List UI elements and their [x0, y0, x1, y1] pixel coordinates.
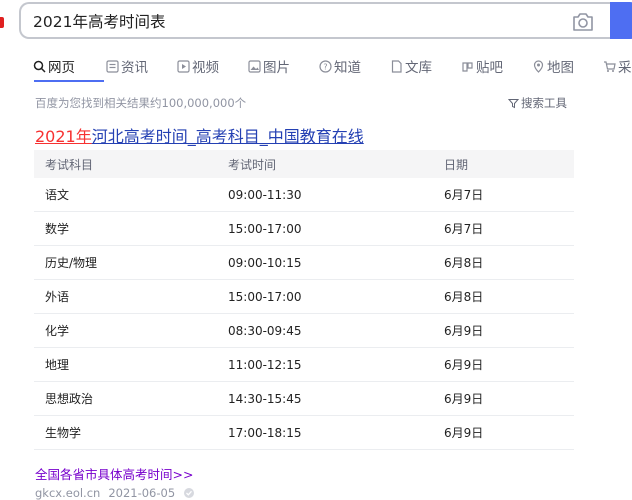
search-button[interactable] — [610, 2, 632, 39]
cell-time: 15:00-17:00 — [217, 211, 433, 246]
cell-time: 15:00-17:00 — [217, 279, 433, 314]
svg-text:?: ? — [323, 62, 327, 71]
tab-video[interactable]: 视频 — [177, 53, 219, 79]
search-icon — [33, 60, 46, 73]
tab-label: 知道 — [334, 60, 361, 76]
video-icon — [177, 59, 190, 73]
cell-date: 6月9日 — [433, 415, 574, 450]
document-icon — [391, 59, 402, 73]
tab-label: 网页 — [48, 60, 75, 76]
cell-date: 6月9日 — [433, 347, 574, 382]
cell-time: 09:00-11:30 — [217, 178, 433, 212]
result-count: 百度为您找到相关结果约100,000,000个 — [35, 96, 247, 110]
table-row: 思想政治 14:30-15:45 6月9日 — [34, 381, 574, 416]
tab-label: 资讯 — [121, 60, 148, 76]
table-row: 生物学 17:00-18:15 6月9日 — [34, 415, 574, 450]
search-tools-label: 搜索工具 — [521, 96, 567, 110]
cell-time: 08:30-09:45 — [217, 313, 433, 348]
title-highlight: 2021年 — [35, 127, 92, 146]
cell-time: 11:00-12:15 — [217, 347, 433, 382]
tab-label: 视频 — [192, 60, 219, 76]
tieba-icon — [462, 61, 473, 72]
cell-time: 17:00-18:15 — [217, 415, 433, 450]
tab-label: 图片 — [263, 60, 290, 76]
cell-date: 6月7日 — [433, 178, 574, 212]
active-tab-indicator — [34, 80, 104, 82]
cell-subject: 生物学 — [34, 415, 217, 450]
cell-time: 09:00-10:15 — [217, 245, 433, 280]
tab-tieba[interactable]: 贴吧 — [461, 53, 503, 79]
cell-subject: 地理 — [34, 347, 217, 382]
tab-label: 地图 — [547, 60, 574, 76]
tab-news[interactable]: 资讯 — [106, 53, 148, 79]
cell-subject: 化学 — [34, 313, 217, 348]
result-title-link[interactable]: 2021年河北高考时间_高考科目_中国教育在线 — [35, 123, 364, 147]
tab-images[interactable]: 图片 — [248, 53, 290, 79]
tab-map[interactable]: 地图 — [532, 53, 574, 79]
table-row: 语文 09:00-11:30 6月7日 — [34, 178, 574, 212]
table-row: 地理 11:00-12:15 6月9日 — [34, 347, 574, 382]
cell-date: 6月8日 — [433, 279, 574, 314]
cell-subject: 思想政治 — [34, 381, 217, 416]
table-row: 历史/物理 09:00-10:15 6月8日 — [34, 245, 574, 280]
cell-date: 6月9日 — [433, 313, 574, 348]
filter-icon — [508, 98, 519, 108]
tab-zhidao[interactable]: ? 知道 — [319, 53, 361, 79]
more-schedule-link[interactable]: 全国各省市具体高考时间>> — [35, 464, 193, 483]
tab-wenku[interactable]: 文库 — [390, 53, 432, 79]
cell-subject: 历史/物理 — [34, 245, 217, 280]
map-icon — [533, 59, 544, 73]
logo-fragment — [0, 17, 4, 28]
table-row: 外语 15:00-17:00 6月8日 — [34, 279, 574, 314]
header-date: 日期 — [433, 150, 574, 178]
search-input[interactable] — [33, 10, 553, 32]
cell-subject: 语文 — [34, 178, 217, 212]
table-row: 数学 15:00-17:00 6月7日 — [34, 211, 574, 246]
title-text: 河北高考时间_高考科目_中国教育在线 — [91, 127, 364, 146]
tab-label: 贴吧 — [476, 60, 503, 76]
table-row: 化学 08:30-09:45 6月9日 — [34, 313, 574, 348]
question-icon: ? — [319, 59, 332, 73]
verified-icon — [184, 488, 195, 498]
header-time: 考试时间 — [217, 150, 433, 178]
camera-icon[interactable] — [571, 12, 595, 32]
search-tabs: 网页 资讯 视频 图片 ? 知道 文库 贴吧 地图 采 — [33, 53, 632, 87]
tab-label: 采 — [618, 60, 632, 76]
search-tools-button[interactable]: 搜索工具 — [508, 95, 567, 111]
cell-date: 6月8日 — [433, 245, 574, 280]
cell-date: 6月9日 — [433, 381, 574, 416]
tab-web[interactable]: 网页 — [33, 53, 75, 79]
image-icon — [248, 59, 261, 73]
exam-schedule-table: 考试科目 考试时间 日期 语文 09:00-11:30 6月7日 数学 15:0… — [34, 150, 574, 450]
header-subject: 考试科目 — [34, 150, 217, 178]
table-header-row: 考试科目 考试时间 日期 — [34, 150, 574, 178]
cell-subject: 数学 — [34, 211, 217, 246]
cell-subject: 外语 — [34, 279, 217, 314]
news-icon — [106, 59, 119, 73]
cell-time: 14:30-15:45 — [217, 381, 433, 416]
search-box[interactable] — [19, 2, 610, 39]
cart-icon — [604, 60, 616, 72]
tab-label: 文库 — [405, 60, 432, 76]
tab-caigou[interactable]: 采 — [603, 53, 632, 79]
cell-date: 6月7日 — [433, 211, 574, 246]
